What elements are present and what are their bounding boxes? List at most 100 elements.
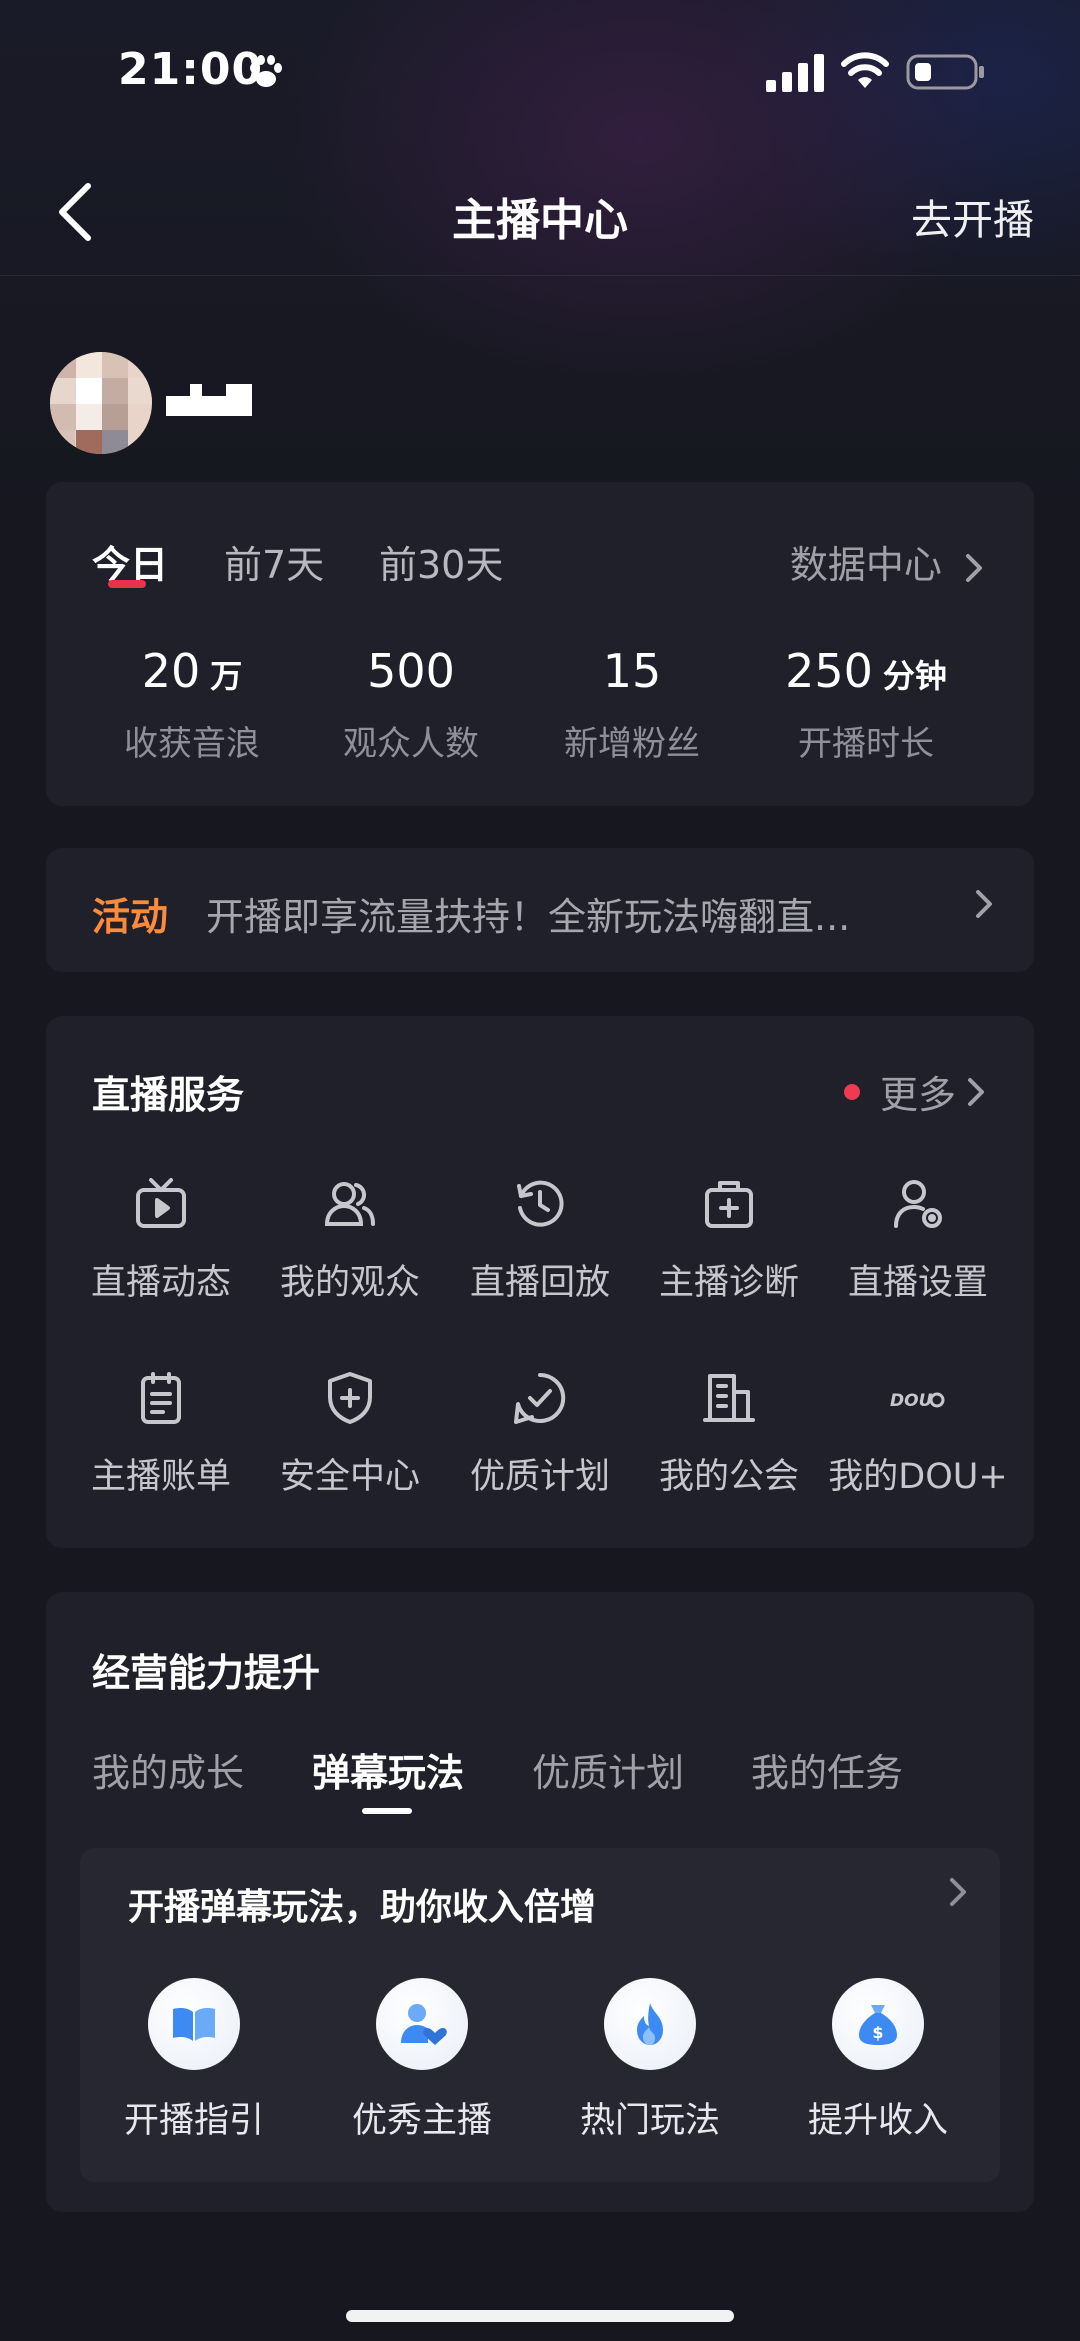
service-label: 主播诊断: [658, 1263, 799, 1303]
stat-unit: 万: [210, 657, 243, 695]
stat-live-duration[interactable]: 250 分钟 开播时长: [766, 644, 966, 765]
stat-earnings[interactable]: 20 万 收获音浪: [92, 644, 292, 765]
user-heart-icon: [401, 2004, 447, 2045]
status-bar: 21:00: [0, 0, 1080, 150]
stat-value: 500: [367, 644, 455, 698]
service-dou-plus[interactable]: DOU 我的DOU+: [823, 1370, 1013, 1499]
feature-label: 优秀主播: [351, 2101, 492, 2141]
stat-value: 250: [785, 644, 873, 698]
svg-text:$: $: [872, 2023, 883, 2042]
status-time: 21:00: [118, 44, 264, 95]
feature-top-streamers[interactable]: 优秀主播: [322, 1978, 522, 2143]
data-center-link[interactable]: 数据中心: [790, 534, 984, 589]
growth-card: 经营能力提升 我的成长 弹幕玩法 优质计划 我的任务 开播弹幕玩法，助你收入倍增…: [46, 1592, 1034, 2212]
service-live-settings[interactable]: 直播设置: [823, 1176, 1013, 1305]
tab-7-days[interactable]: 前7天: [224, 534, 324, 589]
go-live-button[interactable]: 去开播: [911, 186, 1034, 246]
tab-my-growth[interactable]: 我的成长: [92, 1742, 244, 1797]
section-title: 经营能力提升: [92, 1651, 321, 1695]
service-label: 我的观众: [279, 1263, 420, 1303]
chevron-right-icon: [966, 553, 982, 582]
service-diagnosis[interactable]: 主播诊断: [634, 1176, 824, 1305]
active-tab-indicator: [362, 1808, 412, 1814]
feature-increase-income[interactable]: $ 提升收入: [778, 1978, 978, 2143]
nav-bar: 主播中心 去开播: [0, 150, 1080, 276]
user-settings-icon: [894, 1180, 942, 1228]
medkit-icon: [705, 1181, 753, 1228]
feature-label: 提升收入: [807, 2101, 948, 2141]
tab-danmaku-play[interactable]: 弹幕玩法: [312, 1742, 464, 1797]
stat-new-fans[interactable]: 15 新增粉丝: [532, 644, 732, 765]
section-title: 直播服务: [92, 1073, 245, 1117]
danmaku-promo-card[interactable]: 开播弹幕玩法，助你收入倍增 开播指引 优秀主播 热门玩法 $ 提升收入: [80, 1848, 1000, 2182]
active-tab-indicator: [108, 580, 146, 588]
stat-unit: 分钟: [882, 657, 947, 695]
building-icon: [703, 1374, 755, 1422]
service-my-audience[interactable]: 我的观众: [255, 1176, 445, 1305]
data-center-label: 数据中心: [789, 543, 942, 587]
check-circle-icon: [514, 1372, 566, 1424]
money-bag-icon: $: [859, 2005, 897, 2045]
more-link[interactable]: 更多: [843, 1064, 986, 1119]
tab-my-tasks[interactable]: 我的任务: [751, 1742, 903, 1797]
flame-icon: [637, 2003, 663, 2045]
service-quality-plan[interactable]: 优质计划: [445, 1370, 635, 1499]
users-icon: [324, 1182, 375, 1226]
service-guild[interactable]: 我的公会: [634, 1370, 824, 1499]
username-redacted: [166, 384, 252, 416]
more-label: 更多: [879, 1073, 956, 1117]
feature-icon-circle: [604, 1978, 696, 2070]
stats-card: 今日 前7天 前30天 数据中心 20 万 收获音浪 500 观众人数 15 新增…: [46, 482, 1034, 806]
service-label: 主播账单: [90, 1457, 231, 1497]
feature-icon-circle: $: [832, 1978, 924, 2070]
service-live-feed[interactable]: 直播动态: [66, 1176, 256, 1305]
stat-value: 20: [141, 644, 201, 698]
tab-30-days[interactable]: 前30天: [379, 534, 503, 589]
avatar[interactable]: [50, 352, 152, 454]
stat-value: 15: [602, 644, 662, 698]
activity-banner[interactable]: 活动 开播即享流量扶持！全新玩法嗨翻直...: [46, 848, 1034, 972]
book-icon: [173, 2008, 215, 2041]
clipboard-icon: [141, 1372, 181, 1424]
feature-guide[interactable]: 开播指引: [94, 1978, 294, 2143]
service-label: 直播动态: [90, 1263, 231, 1303]
tv-icon: [136, 1178, 186, 1228]
shield-icon: [328, 1372, 372, 1424]
stat-viewers[interactable]: 500 观众人数: [311, 644, 511, 765]
feature-label: 开播指引: [123, 2101, 264, 2141]
service-label: 直播回放: [469, 1263, 610, 1303]
cellular-signal-icon: [766, 54, 824, 92]
history-icon: [517, 1180, 564, 1227]
battery-icon: [906, 54, 984, 90]
stat-label: 收获音浪: [124, 724, 260, 764]
service-label: 我的DOU+: [828, 1457, 1008, 1497]
feature-label: 热门玩法: [579, 2101, 720, 2141]
stat-label: 新增粉丝: [564, 724, 700, 764]
chevron-right-icon: [976, 890, 992, 918]
stat-label: 开播时长: [798, 724, 934, 764]
tab-quality-plan[interactable]: 优质计划: [532, 1742, 684, 1797]
service-label: 安全中心: [279, 1457, 420, 1497]
service-billing[interactable]: 主播账单: [66, 1370, 256, 1499]
chevron-right-icon: [950, 1878, 966, 1906]
feature-icon-circle: [376, 1978, 468, 2070]
dou-plus-icon: DOU: [890, 1391, 945, 1411]
live-services-card: 直播服务 更多 直播动态 我的观众 直播回放 主播诊断 直播设置 主播账单 安全…: [46, 1016, 1034, 1548]
svg-text:DOU: DOU: [890, 1391, 933, 1411]
service-security[interactable]: 安全中心: [255, 1370, 445, 1499]
feature-hot-play[interactable]: 热门玩法: [550, 1978, 750, 2143]
stat-label: 观众人数: [343, 724, 479, 764]
home-indicator[interactable]: [346, 2310, 734, 2322]
service-label: 优质计划: [469, 1457, 610, 1497]
service-replay[interactable]: 直播回放: [445, 1176, 635, 1305]
paw-icon: [250, 55, 282, 87]
notification-dot: [843, 1083, 860, 1100]
feature-icon-circle: [148, 1978, 240, 2070]
activity-tag: 活动: [92, 895, 169, 939]
chevron-right-icon: [968, 1077, 984, 1106]
activity-text: 开播即享流量扶持！全新玩法嗨翻直...: [206, 895, 851, 939]
service-label: 我的公会: [658, 1457, 799, 1497]
service-label: 直播设置: [847, 1263, 988, 1303]
wifi-icon: [841, 52, 889, 88]
promo-title: 开播弹幕玩法，助你收入倍增: [128, 1887, 597, 1928]
